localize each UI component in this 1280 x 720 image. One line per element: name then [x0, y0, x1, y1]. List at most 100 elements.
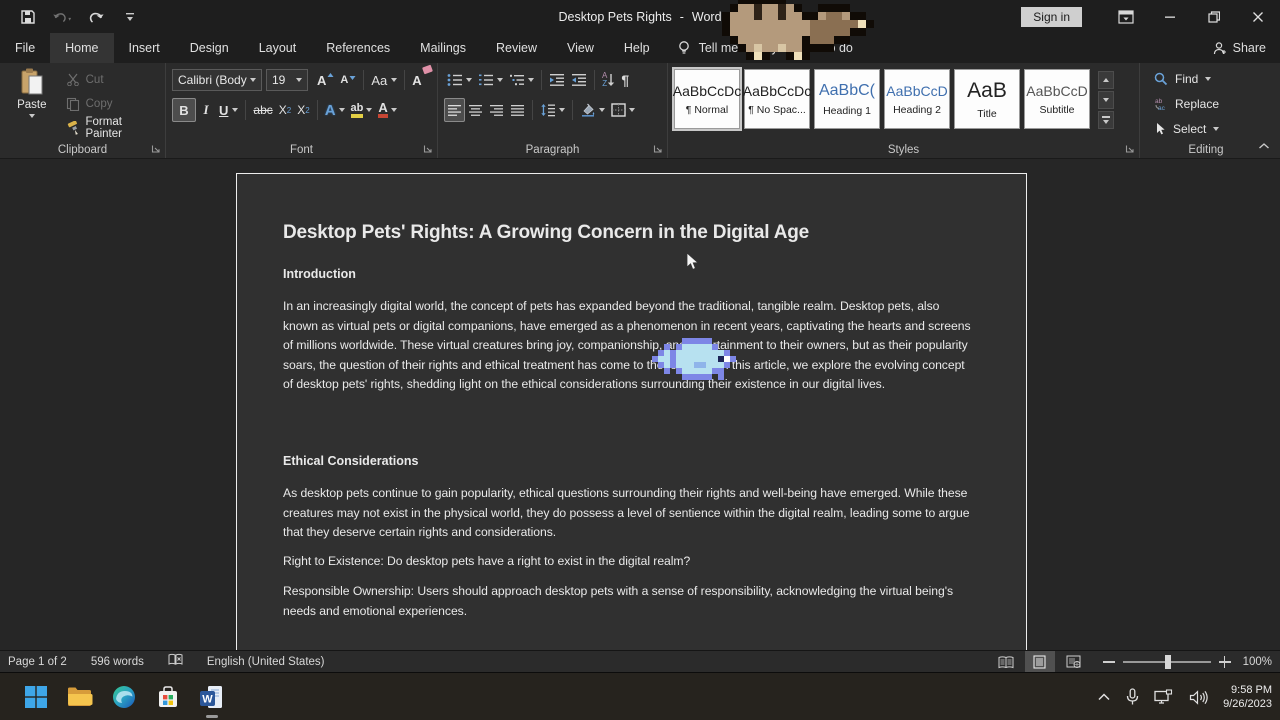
clear-formatting-button[interactable]: A	[409, 68, 424, 92]
bullets-button[interactable]	[444, 68, 475, 92]
font-dialog-launcher[interactable]	[422, 143, 434, 155]
highlight-color-button[interactable]: ab	[348, 98, 376, 122]
cut-button[interactable]: Cut	[66, 69, 161, 90]
strikethrough-button[interactable]: abc	[250, 98, 275, 122]
styles-scroll-up-button[interactable]	[1098, 71, 1114, 89]
align-left-button[interactable]	[444, 98, 465, 122]
tab-help[interactable]: Help	[609, 33, 665, 63]
sort-button[interactable]: A Z	[599, 68, 618, 92]
line-spacing-icon	[540, 103, 556, 117]
microsoft-store-button[interactable]	[146, 673, 190, 720]
tab-design[interactable]: Design	[175, 33, 244, 63]
superscript-button[interactable]: X2	[294, 98, 312, 122]
style-no-spacing[interactable]: AaBbCcDc ¶ No Spac...	[744, 69, 810, 129]
style-subtitle[interactable]: AaBbCcD Subtitle	[1024, 69, 1090, 129]
restore-button[interactable]	[1192, 0, 1236, 33]
zoom-level[interactable]: 100%	[1243, 656, 1272, 668]
bold-button[interactable]: B	[172, 98, 196, 122]
desktop-pet-fish-sprite[interactable]	[652, 338, 742, 380]
text-effects-button[interactable]: A	[322, 98, 348, 122]
tray-chevron-up-icon[interactable]	[1097, 692, 1111, 702]
title-bar: Desktop Pets Rights - Word Sign in	[0, 0, 1280, 33]
language-status[interactable]: English (United States)	[207, 656, 325, 668]
proofing-status[interactable]	[168, 653, 183, 670]
tab-view[interactable]: View	[552, 33, 609, 63]
paragraph-dialog-launcher[interactable]	[652, 143, 664, 155]
style-heading-2[interactable]: AaBbCcD Heading 2	[884, 69, 950, 129]
document-page[interactable]: Desktop Pets' Rights: A Growing Concern …	[236, 173, 1027, 650]
font-color-button[interactable]: A	[375, 98, 399, 122]
replace-button[interactable]: ab ac Replace	[1154, 92, 1268, 115]
zoom-in-button[interactable]	[1219, 656, 1231, 668]
print-layout-button[interactable]	[1025, 651, 1055, 673]
save-button[interactable]	[18, 7, 38, 27]
tab-references[interactable]: References	[311, 33, 405, 63]
shrink-font-button[interactable]: A	[337, 68, 359, 92]
font-name-combo[interactable]: Calibri (Body	[172, 69, 262, 91]
style-title[interactable]: AaB Title	[954, 69, 1020, 129]
zoom-slider[interactable]	[1123, 661, 1211, 663]
redo-button[interactable]	[86, 7, 106, 27]
clipboard-dialog-launcher[interactable]	[150, 143, 162, 155]
subscript-button[interactable]: X2	[276, 98, 294, 122]
decrease-indent-button[interactable]	[546, 68, 568, 92]
justify-button[interactable]	[507, 98, 528, 122]
speaker-icon[interactable]	[1189, 690, 1208, 705]
network-icon[interactable]	[1154, 689, 1174, 705]
tab-review[interactable]: Review	[481, 33, 552, 63]
find-button[interactable]: Find	[1154, 67, 1268, 90]
numbering-button[interactable]	[475, 68, 506, 92]
paste-button[interactable]: Paste	[6, 67, 58, 140]
styles-dialog-launcher[interactable]	[1124, 143, 1136, 155]
taskbar-clock[interactable]: 9:58 PM 9/26/2023	[1223, 683, 1272, 711]
format-painter-button[interactable]: Format Painter	[66, 117, 161, 138]
show-formatting-button[interactable]: ¶	[618, 68, 632, 92]
tab-layout[interactable]: Layout	[244, 33, 312, 63]
taskbar: W 9:58 PM	[0, 672, 1280, 720]
file-explorer-button[interactable]	[58, 673, 102, 720]
zoom-out-button[interactable]	[1103, 661, 1115, 663]
word-count[interactable]: 596 words	[91, 656, 144, 668]
multilevel-list-button[interactable]	[506, 68, 537, 92]
styles-scroll-down-button[interactable]	[1098, 91, 1114, 109]
underline-button[interactable]: U	[216, 98, 241, 122]
redo-icon	[87, 9, 105, 25]
page-indicator[interactable]: Page 1 of 2	[8, 656, 67, 668]
tab-file[interactable]: File	[0, 33, 50, 63]
customize-quick-access-button[interactable]	[120, 7, 140, 27]
style-normal[interactable]: AaBbCcDc ¶ Normal	[674, 69, 740, 129]
change-case-button[interactable]: Aa	[368, 68, 400, 92]
read-mode-button[interactable]	[991, 651, 1021, 673]
edge-button[interactable]	[102, 673, 146, 720]
web-layout-button[interactable]	[1059, 651, 1089, 673]
sign-in-button[interactable]: Sign in	[1021, 7, 1082, 27]
style-preview: AaBbCcDc	[743, 83, 811, 99]
zoom-slider-thumb[interactable]	[1165, 655, 1171, 669]
tab-insert[interactable]: Insert	[114, 33, 175, 63]
share-button[interactable]: Share	[1213, 33, 1266, 63]
font-size-combo[interactable]: 19	[266, 69, 308, 91]
italic-button[interactable]: I	[196, 98, 216, 122]
microphone-icon[interactable]	[1126, 688, 1139, 706]
tab-mailings[interactable]: Mailings	[405, 33, 481, 63]
increase-indent-button[interactable]	[568, 68, 590, 92]
start-button[interactable]	[14, 673, 58, 720]
collapse-ribbon-button[interactable]	[1258, 137, 1270, 155]
align-right-button[interactable]	[486, 98, 507, 122]
desktop-pet-hedgehog-sprite[interactable]	[722, 0, 874, 60]
undo-button[interactable]	[52, 7, 72, 27]
borders-button[interactable]	[608, 98, 638, 122]
minimize-button[interactable]	[1148, 0, 1192, 33]
copy-button[interactable]: Copy	[66, 93, 161, 114]
word-taskbar-button[interactable]: W	[190, 673, 234, 720]
shading-button[interactable]	[577, 98, 608, 122]
ribbon-display-options-button[interactable]	[1104, 0, 1148, 33]
close-button[interactable]	[1236, 0, 1280, 33]
line-spacing-button[interactable]	[537, 98, 568, 122]
align-center-button[interactable]	[465, 98, 486, 122]
select-button[interactable]: Select	[1154, 117, 1268, 140]
styles-more-button[interactable]	[1098, 111, 1114, 129]
tab-home[interactable]: Home	[50, 33, 113, 63]
grow-font-button[interactable]: A	[314, 68, 337, 92]
style-heading-1[interactable]: AaBbC( Heading 1	[814, 69, 880, 129]
